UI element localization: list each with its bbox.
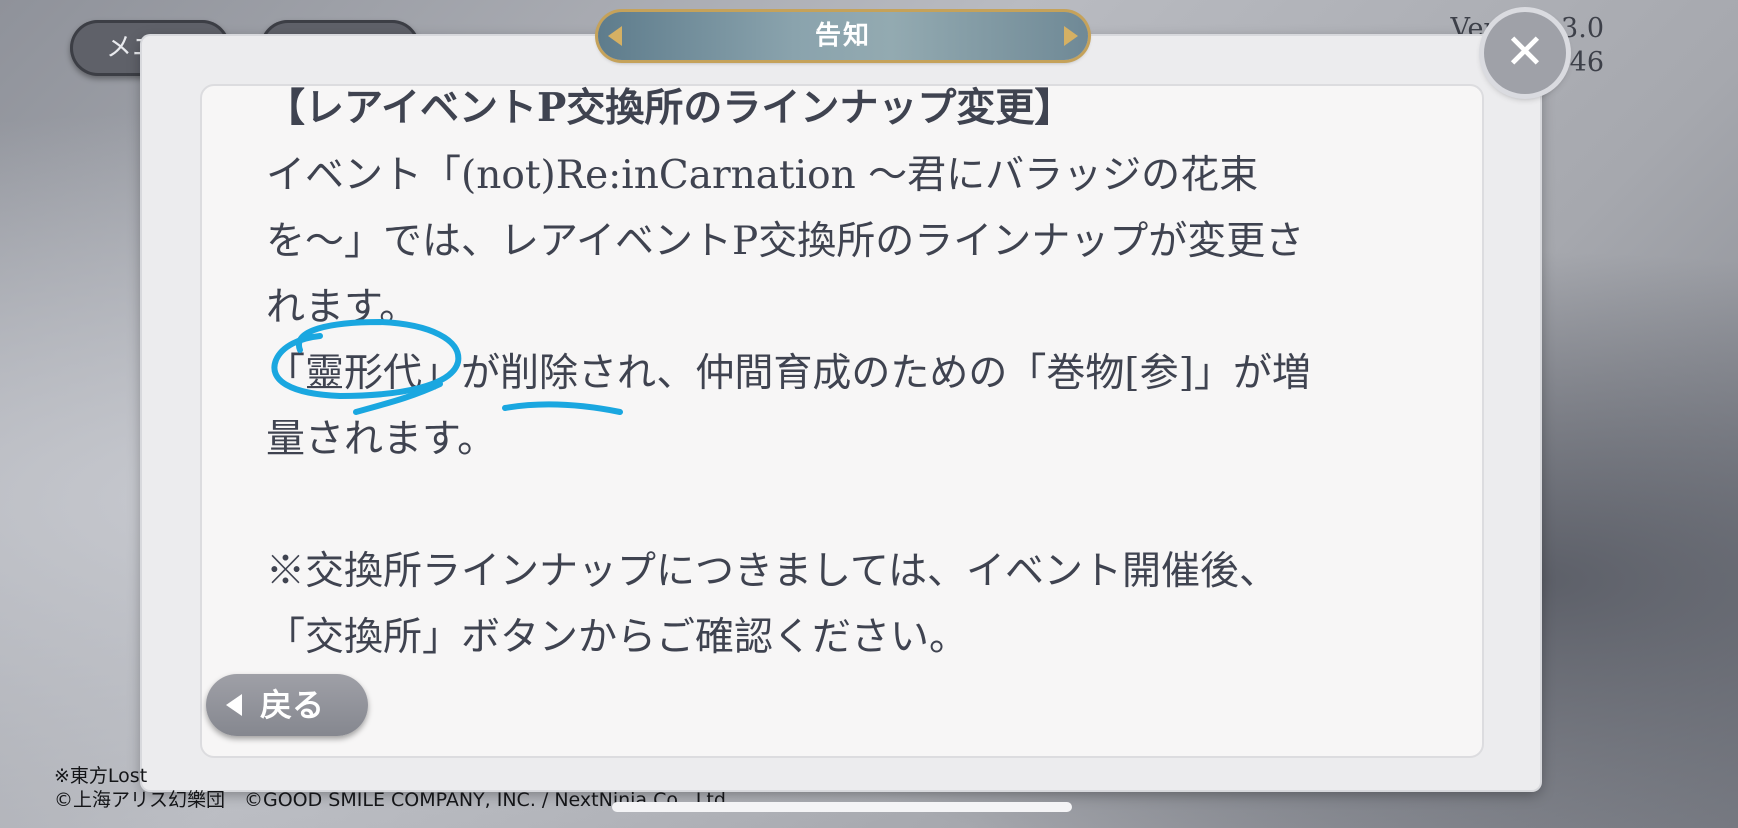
notice-line: れます。 <box>266 285 419 330</box>
dialog-title-plate: 告知 <box>598 12 1088 60</box>
back-arrow-icon <box>226 694 242 716</box>
copyright-line: ※東方Lost <box>54 765 148 787</box>
dialog-title: 告知 <box>814 21 871 51</box>
close-icon: ✕ <box>1504 24 1546 80</box>
back-label: 戻る <box>260 686 325 724</box>
notice-line: 「靈形代」が削除され、仲間育成のための「巻物[参]」が増 <box>266 351 1311 396</box>
notice-line: ※交換所ラインナップにつきましては、イベント開催後、 <box>266 549 1279 594</box>
back-button[interactable]: 戻る <box>206 674 368 736</box>
home-indicator[interactable] <box>612 802 1072 812</box>
notice-line: 量されます。 <box>266 417 497 462</box>
notice-line: イベント「(not)Re:inCarnation 〜君にバラッジの花束 <box>266 153 1259 198</box>
close-button[interactable]: ✕ <box>1484 12 1566 94</box>
chevron-right-icon <box>1064 26 1078 46</box>
notice-heading: 【レアイベントP交換所のラインナップ変更】 <box>266 85 1074 131</box>
notice-line: 「交換所」ボタンからご確認ください。 <box>266 615 969 660</box>
notice-line: を〜」では、レアイベントP交換所のラインナップが変更さ <box>266 219 1305 264</box>
